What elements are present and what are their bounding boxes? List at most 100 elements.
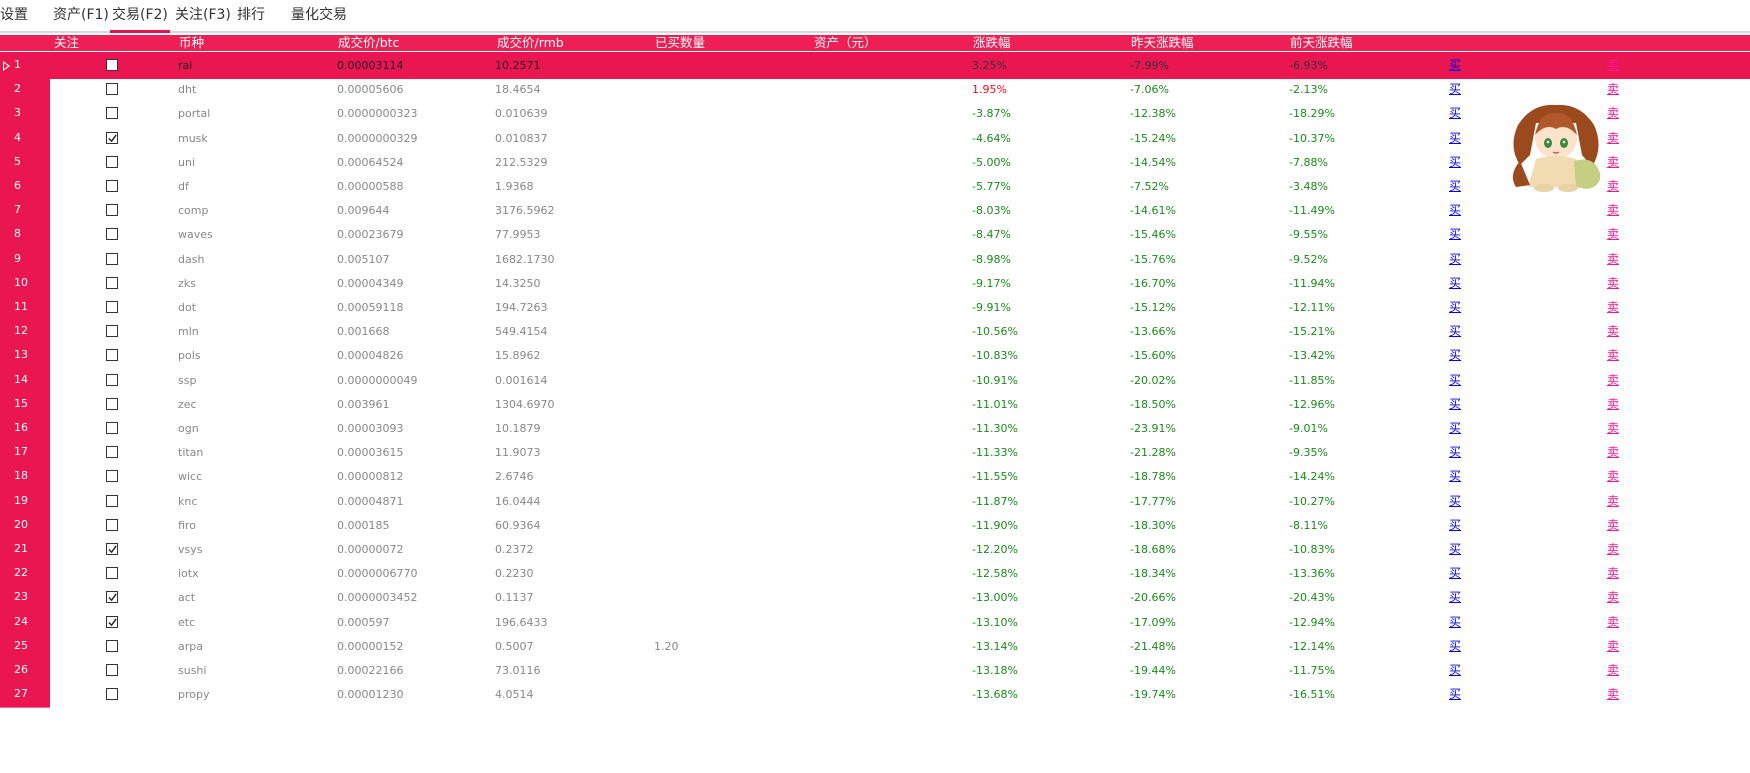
sell-link[interactable]: 卖 [1607, 495, 1619, 508]
table-row[interactable]: 23 act 0.0000003452 0.1137 -13.00% -20.66% -20… [0, 584, 1750, 611]
col-header-change[interactable]: 涨跌幅 [973, 35, 1011, 51]
col-header-change-before[interactable]: 前天涨跌幅 [1290, 35, 1353, 51]
table-row[interactable]: 26 sushi 0.00022166 73.0116 -13.18% -19.44% -1… [0, 657, 1750, 684]
watch-checkbox[interactable] [106, 107, 118, 119]
row-header[interactable]: 4 [0, 125, 50, 152]
table-row[interactable]: 12 mln 0.001668 549.4154 -10.56% -13.66% -15.2… [0, 318, 1750, 345]
table-row[interactable]: 14 ssp 0.0000000049 0.001614 -10.91% -20.02% -… [0, 367, 1750, 394]
watch-checkbox[interactable] [106, 519, 118, 531]
buy-link[interactable]: 买 [1449, 470, 1461, 483]
col-header-coin[interactable]: 币种 [179, 35, 204, 51]
watch-checkbox[interactable] [106, 616, 118, 628]
sell-link[interactable]: 卖 [1607, 374, 1619, 387]
table-row[interactable]: 10 zks 0.00004349 14.3250 -9.17% -16.70% -11.9… [0, 270, 1750, 297]
watch-checkbox[interactable] [106, 640, 118, 652]
table-row[interactable]: 24 etc 0.000597 196.6433 -13.10% -17.09% -12.9… [0, 609, 1750, 636]
row-header[interactable]: 9 [0, 246, 50, 273]
buy-link[interactable]: 买 [1449, 567, 1461, 580]
col-header-change-yesterday[interactable]: 昨天涨跌幅 [1131, 35, 1194, 51]
watch-checkbox[interactable] [106, 228, 118, 240]
sell-link[interactable]: 卖 [1607, 591, 1619, 604]
table-row[interactable]: 8 waves 0.00023679 77.9953 -8.47% -15.46% -9.5… [0, 221, 1750, 248]
row-header[interactable]: 12 [0, 318, 50, 345]
sell-link[interactable]: 卖 [1607, 277, 1619, 290]
table-row[interactable]: 7 comp 0.009644 3176.5962 -8.03% -14.61% -11.4… [0, 197, 1750, 224]
table-row[interactable]: 22 iotx 0.0000006770 0.2230 -12.58% -18.34% -1… [0, 560, 1750, 587]
col-header-bought[interactable]: 已买数量 [655, 35, 705, 51]
sell-link[interactable]: 卖 [1607, 204, 1619, 217]
table-row[interactable]: 17 titan 0.00003615 11.9073 -11.33% -21.28% -9… [0, 439, 1750, 466]
watch-checkbox[interactable] [106, 277, 118, 289]
buy-link[interactable]: 买 [1449, 374, 1461, 387]
col-header-price-btc[interactable]: 成交价/btc [338, 35, 399, 51]
buy-link[interactable]: 买 [1449, 59, 1461, 72]
row-header[interactable]: 24 [0, 609, 50, 636]
watch-checkbox[interactable] [106, 543, 118, 555]
row-header[interactable]: 11 [0, 294, 50, 321]
tab-settings[interactable]: 设置 [0, 0, 28, 31]
table-row[interactable]: 19 knc 0.00004871 16.0444 -11.87% -17.77% -10.… [0, 488, 1750, 515]
watch-checkbox[interactable] [106, 470, 118, 482]
row-header[interactable]: 16 [0, 415, 50, 442]
table-row[interactable]: 11 dot 0.00059118 194.7263 -9.91% -15.12% -12.… [0, 294, 1750, 321]
sell-link[interactable]: 卖 [1607, 301, 1619, 314]
tab-assets[interactable]: 资产(F1) [53, 0, 109, 31]
tab-quant-trading[interactable]: 量化交易 [291, 0, 347, 31]
sell-link[interactable]: 卖 [1607, 616, 1619, 629]
buy-link[interactable]: 买 [1449, 446, 1461, 459]
watch-checkbox[interactable] [106, 156, 118, 168]
buy-link[interactable]: 买 [1449, 301, 1461, 314]
buy-link[interactable]: 买 [1449, 640, 1461, 653]
buy-link[interactable]: 买 [1449, 253, 1461, 266]
sell-link[interactable]: 卖 [1607, 83, 1619, 96]
table-row[interactable]: 4 musk 0.0000000329 0.010837 -4.64% -15.24% -1… [0, 125, 1750, 152]
watch-checkbox[interactable] [106, 180, 118, 192]
buy-link[interactable]: 买 [1449, 398, 1461, 411]
watch-checkbox[interactable] [106, 664, 118, 676]
col-header-price-rmb[interactable]: 成交价/rmb [497, 35, 564, 51]
buy-link[interactable]: 买 [1449, 591, 1461, 604]
watch-checkbox[interactable] [106, 374, 118, 386]
sell-link[interactable]: 卖 [1607, 156, 1619, 169]
table-row[interactable]: 1 rai 0.00003114 10.2571 3.25% -7.99% -6.93% 买 卖 [0, 52, 1750, 79]
row-header[interactable]: 15 [0, 391, 50, 418]
row-header[interactable]: 6 [0, 173, 50, 200]
table-row[interactable]: 5 uni 0.00064524 212.5329 -5.00% -14.54% -7.88… [0, 149, 1750, 176]
tab-ranking[interactable]: 排行 [237, 0, 265, 31]
row-header[interactable]: 14 [0, 367, 50, 394]
row-header[interactable]: 17 [0, 439, 50, 466]
sell-link[interactable]: 卖 [1607, 349, 1619, 362]
table-row[interactable]: 6 df 0.00000588 1.9368 -5.77% -7.52% -3.48% 买 卖 [0, 173, 1750, 200]
row-header[interactable]: 18 [0, 463, 50, 490]
sell-link[interactable]: 卖 [1607, 470, 1619, 483]
buy-link[interactable]: 买 [1449, 616, 1461, 629]
tab-watchlist[interactable]: 关注(F3) [175, 0, 231, 31]
row-header[interactable]: 25 [0, 633, 50, 660]
buy-link[interactable]: 买 [1449, 422, 1461, 435]
buy-link[interactable]: 买 [1449, 325, 1461, 338]
table-row[interactable]: 2 dht 0.00005606 18.4654 1.95% -7.06% -2.13% 买 卖 [0, 76, 1750, 103]
row-header[interactable]: 20 [0, 512, 50, 539]
table-row[interactable]: 25 arpa 0.00000152 0.5007 1.20 -13.14% -21.48%… [0, 633, 1750, 660]
col-header-assets[interactable]: 资产（元） [814, 35, 877, 51]
row-header[interactable]: 7 [0, 197, 50, 224]
row-header[interactable]: 27 [0, 681, 50, 708]
watch-checkbox[interactable] [106, 349, 118, 361]
sell-link[interactable]: 卖 [1607, 132, 1619, 145]
buy-link[interactable]: 买 [1449, 107, 1461, 120]
row-header[interactable]: 23 [0, 584, 50, 611]
table-row[interactable]: 18 wicc 0.00000812 2.6746 -11.55% -18.78% -14.… [0, 463, 1750, 490]
watch-checkbox[interactable] [106, 325, 118, 337]
buy-link[interactable]: 买 [1449, 204, 1461, 217]
sell-link[interactable]: 卖 [1607, 688, 1619, 701]
sell-link[interactable]: 卖 [1607, 228, 1619, 241]
buy-link[interactable]: 买 [1449, 543, 1461, 556]
sell-link[interactable]: 卖 [1607, 446, 1619, 459]
row-header[interactable]: 3 [0, 100, 50, 127]
table-row[interactable]: 13 pols 0.00004826 15.8962 -10.83% -15.60% -13… [0, 342, 1750, 369]
buy-link[interactable]: 买 [1449, 83, 1461, 96]
row-header[interactable]: 2 [0, 76, 50, 103]
watch-checkbox[interactable] [106, 253, 118, 265]
buy-link[interactable]: 买 [1449, 180, 1461, 193]
sell-link[interactable]: 卖 [1607, 640, 1619, 653]
